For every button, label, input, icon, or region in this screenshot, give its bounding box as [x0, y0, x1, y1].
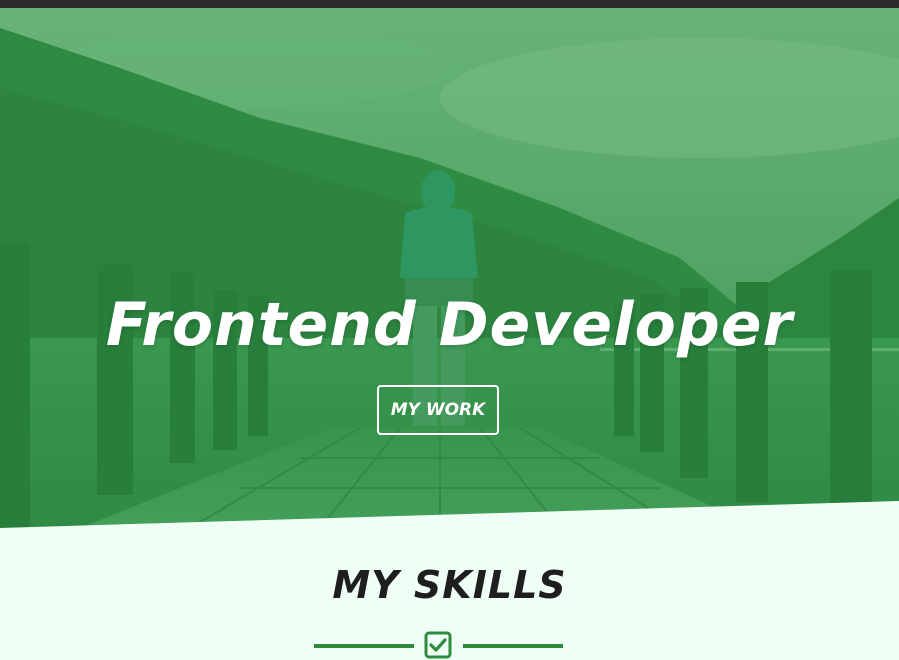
check-square-icon — [424, 631, 452, 659]
my-work-button[interactable]: MY WORK — [377, 385, 499, 435]
hero-section: Frontend Developer MY WORK — [0, 8, 899, 528]
top-bar — [0, 0, 899, 8]
hero-title: Frontend Developer — [105, 290, 794, 360]
hero-background-image — [0, 8, 899, 528]
skills-heading: MY SKILLS — [332, 563, 567, 607]
divider-line-right — [463, 644, 563, 648]
divider-line-left — [314, 644, 414, 648]
